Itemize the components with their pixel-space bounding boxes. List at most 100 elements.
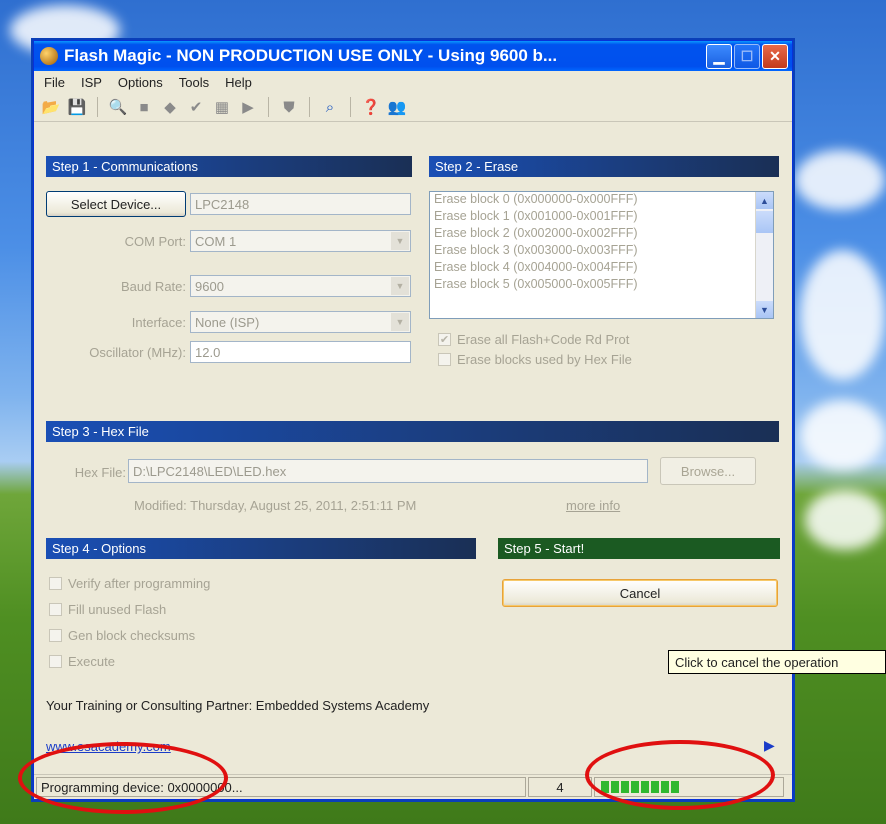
search-icon[interactable]: 🔍 xyxy=(107,97,129,117)
interface-value: None (ISP) xyxy=(195,314,260,330)
menu-tools[interactable]: Tools xyxy=(179,75,209,90)
scroll-thumb[interactable] xyxy=(756,211,773,233)
help-icon[interactable]: ❓ xyxy=(360,97,382,117)
list-item[interactable]: Erase block 1 (0x001000-0x001FFF) xyxy=(430,209,773,226)
maximize-button[interactable]: ☐ xyxy=(734,44,760,69)
find-icon[interactable]: ⌕ xyxy=(319,97,341,117)
security-icon[interactable]: ⛊ xyxy=(278,97,300,117)
com-port-label: COM Port: xyxy=(124,234,186,249)
step4-header: Step 4 - Options xyxy=(46,538,476,559)
hex-file-label: Hex File: xyxy=(74,465,126,480)
list-item[interactable]: Erase block 4 (0x004000-0x004FFF) xyxy=(430,260,773,277)
checkbox-box xyxy=(438,353,451,366)
cloud xyxy=(800,400,885,470)
hex-file-field[interactable]: D:\LPC2148\LED\LED.hex xyxy=(128,459,648,483)
list-item[interactable]: Erase block 2 (0x002000-0x002FFF) xyxy=(430,226,773,243)
close-button[interactable]: ✕ xyxy=(762,44,788,69)
checkbox-box xyxy=(49,603,62,616)
verify-label: Verify after programming xyxy=(68,576,211,591)
next-arrow-icon[interactable]: ▶ xyxy=(764,737,775,754)
toolbar-separator xyxy=(309,97,310,117)
baud-rate-select[interactable]: 9600 ▼ xyxy=(190,275,411,297)
step1-header-label: Step 1 - Communications xyxy=(52,159,198,174)
checkbox-box xyxy=(49,577,62,590)
fill-unused-label: Fill unused Flash xyxy=(68,602,167,617)
save-icon[interactable]: 💾 xyxy=(66,97,88,117)
step3-header: Step 3 - Hex File xyxy=(46,421,779,442)
oscillator-field[interactable]: 12.0 xyxy=(190,341,411,363)
flash-magic-window: Flash Magic - NON PRODUCTION USE ONLY - … xyxy=(33,40,793,800)
com-port-select[interactable]: COM 1 ▼ xyxy=(190,230,411,252)
verify-checkbox[interactable]: Verify after programming xyxy=(49,576,210,591)
cloud xyxy=(805,490,885,550)
cancel-button[interactable]: Cancel xyxy=(502,579,778,607)
cloud xyxy=(800,250,885,380)
gen-checksums-checkbox[interactable]: Gen block checksums xyxy=(49,628,195,643)
browse-button[interactable]: Browse... xyxy=(660,457,756,485)
list-item[interactable]: Erase block 5 (0x005000-0x005FFF) xyxy=(430,277,773,294)
minimize-button[interactable]: ▁ xyxy=(706,44,732,69)
erase-block-list[interactable]: Erase block 0 (0x000000-0x000FFF) Erase … xyxy=(429,191,774,319)
cloud xyxy=(795,150,885,210)
program-icon[interactable]: ▦ xyxy=(211,97,233,117)
baud-rate-label: Baud Rate: xyxy=(120,279,186,294)
window-title: Flash Magic - NON PRODUCTION USE ONLY - … xyxy=(64,46,558,65)
menu-help[interactable]: Help xyxy=(225,75,252,90)
gen-checksums-label: Gen block checksums xyxy=(68,628,196,643)
open-icon[interactable]: 📂 xyxy=(40,97,62,117)
menu-isp[interactable]: ISP xyxy=(81,75,102,90)
select-device-button[interactable]: Select Device... xyxy=(46,191,186,217)
annotation-circle-status xyxy=(18,742,228,814)
menu-file[interactable]: File xyxy=(44,75,65,90)
vertical-scrollbar[interactable]: ▲ ▼ xyxy=(755,192,773,318)
list-item[interactable]: Erase block 3 (0x003000-0x003FFF) xyxy=(430,243,773,260)
erase-used-checkbox[interactable]: Erase blocks used by Hex File xyxy=(438,352,632,367)
status-counter-cell: 4 xyxy=(528,777,592,797)
step2-header-label: Step 2 - Erase xyxy=(435,159,519,174)
scroll-up-icon[interactable]: ▲ xyxy=(756,192,773,209)
toolbar-separator xyxy=(350,97,351,117)
baud-rate-value: 9600 xyxy=(195,278,224,294)
oscillator-value: 12.0 xyxy=(195,344,221,360)
menu-options[interactable]: Options xyxy=(118,75,163,90)
select-device-label: Select Device... xyxy=(70,196,162,212)
step5-header: Step 5 - Start! xyxy=(498,538,780,559)
execute-checkbox[interactable]: Execute xyxy=(49,654,115,669)
menu-bar: File ISP Options Tools Help xyxy=(34,71,792,93)
blank-icon[interactable]: ■ xyxy=(133,97,155,117)
app-icon xyxy=(40,47,58,65)
list-item[interactable]: Erase block 0 (0x000000-0x000FFF) xyxy=(430,192,773,209)
chevron-down-icon: ▼ xyxy=(391,277,409,295)
step2-header: Step 2 - Erase xyxy=(429,156,779,177)
tooltip-text: Click to cancel the operation xyxy=(675,654,839,670)
interface-label: Interface: xyxy=(131,315,186,330)
modified-text: Modified: Thursday, August 25, 2011, 2:5… xyxy=(134,498,417,513)
interface-select[interactable]: None (ISP) ▼ xyxy=(190,311,411,333)
step4-header-label: Step 4 - Options xyxy=(52,541,146,556)
step3-header-label: Step 3 - Hex File xyxy=(52,424,149,439)
cancel-tooltip: Click to cancel the operation xyxy=(668,650,886,674)
erase-all-label: Erase all Flash+Code Rd Prot xyxy=(457,332,630,347)
chevron-down-icon: ▼ xyxy=(391,313,409,331)
com-port-value: COM 1 xyxy=(195,233,237,249)
window-controls: ▁ ☐ ✕ xyxy=(706,44,788,69)
checkbox-box xyxy=(49,655,62,668)
step5-header-label: Step 5 - Start! xyxy=(504,541,585,556)
more-info-link[interactable]: more info xyxy=(566,498,620,513)
checkbox-box xyxy=(49,629,62,642)
erase-icon[interactable]: ◆ xyxy=(159,97,181,117)
scroll-down-icon[interactable]: ▼ xyxy=(756,301,773,318)
toolbar: 📂 💾 🔍 ■ ◆ ✔ ▦ ▶ ⛊ ⌕ ❓ 👥 xyxy=(34,93,792,122)
browse-label: Browse... xyxy=(680,463,736,479)
status-counter: 4 xyxy=(556,779,564,795)
fill-unused-checkbox[interactable]: Fill unused Flash xyxy=(49,602,166,617)
toolbar-separator xyxy=(268,97,269,117)
verify-icon[interactable]: ✔ xyxy=(185,97,207,117)
step1-header: Step 1 - Communications xyxy=(46,156,412,177)
users-icon[interactable]: 👥 xyxy=(386,97,408,117)
title-bar[interactable]: Flash Magic - NON PRODUCTION USE ONLY - … xyxy=(34,41,792,71)
hex-file-value: D:\LPC2148\LED\LED.hex xyxy=(133,463,287,479)
erase-all-checkbox[interactable]: ✔ Erase all Flash+Code Rd Prot xyxy=(438,332,629,347)
go-icon[interactable]: ▶ xyxy=(237,97,259,117)
checkmark-icon: ✔ xyxy=(438,333,451,346)
